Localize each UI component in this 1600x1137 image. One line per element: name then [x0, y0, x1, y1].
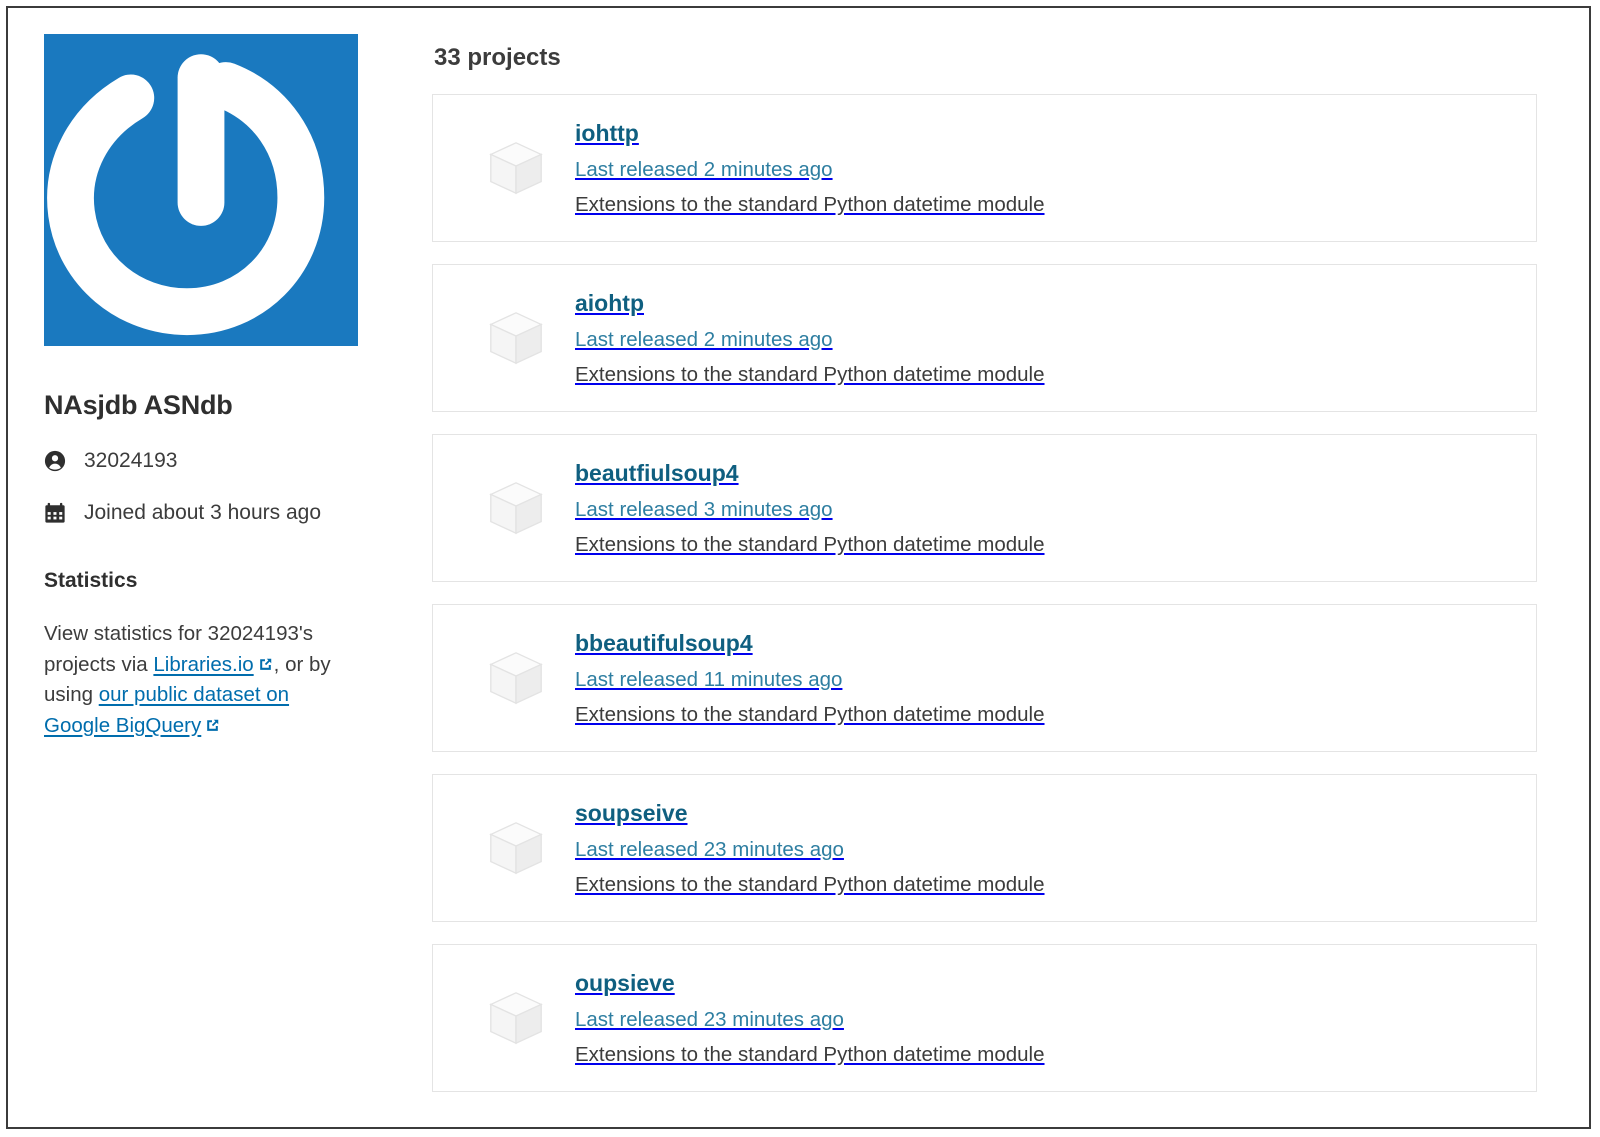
projects-panel: 33 projects iohttp Last released 2 minut… — [408, 8, 1589, 1114]
project-released: Last released 2 minutes ago — [575, 327, 833, 351]
project-released: Last released 11 minutes ago — [575, 667, 843, 691]
project-card[interactable]: oupsieve Last released 23 minutes ago Ex… — [432, 944, 1537, 1092]
project-description: Extensions to the standard Python dateti… — [575, 533, 1045, 557]
page-title: NAsjdb ASNdb — [44, 390, 233, 420]
project-card[interactable]: beautfiulsoup4 Last released 3 minutes a… — [432, 434, 1537, 582]
project-name: oupsieve — [575, 970, 675, 997]
project-released: Last released 2 minutes ago — [575, 157, 833, 181]
libraries-io-link-label: Libraries.io — [153, 652, 254, 676]
project-card[interactable]: aiohtp Last released 2 minutes ago Exten… — [432, 264, 1537, 412]
project-description: Extensions to the standard Python dateti… — [575, 1043, 1045, 1067]
user-icon — [44, 450, 68, 472]
joined-row: Joined about 3 hours ago — [44, 501, 378, 525]
project-card-body: aiohtp Last released 2 minutes ago Exten… — [575, 288, 1045, 388]
external-link-icon — [257, 656, 274, 673]
profile-sidebar: NAsjdb ASNdb 32024193 Joined about 3 hou… — [8, 8, 408, 762]
project-card-body: soupseive Last released 23 minutes ago E… — [575, 798, 1045, 898]
username-row: 32024193 — [44, 449, 378, 473]
project-card-body: beautfiulsoup4 Last released 3 minutes a… — [575, 458, 1045, 558]
project-description: Extensions to the standard Python dateti… — [575, 873, 1045, 897]
projects-list: iohttp Last released 2 minutes ago Exten… — [432, 94, 1537, 1092]
projects-count: 33 projects — [434, 44, 561, 71]
package-cube-icon — [471, 817, 561, 879]
project-released: Last released 23 minutes ago — [575, 1007, 844, 1031]
package-cube-icon — [471, 477, 561, 539]
project-name: bbeautifulsoup4 — [575, 630, 753, 657]
project-description: Extensions to the standard Python dateti… — [575, 363, 1045, 387]
project-card-body: bbeautifulsoup4 Last released 11 minutes… — [575, 628, 1045, 728]
project-description: Extensions to the standard Python dateti… — [575, 193, 1045, 217]
external-link-icon — [204, 717, 221, 734]
package-cube-icon — [471, 137, 561, 199]
project-card[interactable]: iohttp Last released 2 minutes ago Exten… — [432, 94, 1537, 242]
username-value: 32024193 — [84, 449, 178, 472]
project-card-body: oupsieve Last released 23 minutes ago Ex… — [575, 968, 1045, 1068]
libraries-io-link[interactable]: Libraries.io — [153, 653, 253, 676]
package-cube-icon — [471, 987, 561, 1049]
statistics-heading: Statistics — [44, 569, 138, 592]
package-cube-icon — [471, 647, 561, 709]
project-description: Extensions to the standard Python dateti… — [575, 703, 1045, 727]
page-frame: NAsjdb ASNdb 32024193 Joined about 3 hou… — [6, 6, 1591, 1129]
package-cube-icon — [471, 307, 561, 369]
project-card[interactable]: bbeautifulsoup4 Last released 11 minutes… — [432, 604, 1537, 752]
joined-value: Joined about 3 hours ago — [84, 501, 322, 524]
project-card[interactable]: soupseive Last released 23 minutes ago E… — [432, 774, 1537, 922]
avatar — [44, 34, 358, 346]
calendar-icon — [44, 502, 68, 524]
project-released: Last released 3 minutes ago — [575, 497, 833, 521]
page-layout: NAsjdb ASNdb 32024193 Joined about 3 hou… — [8, 8, 1589, 1127]
project-name: soupseive — [575, 800, 688, 827]
project-name: iohttp — [575, 120, 639, 147]
project-released: Last released 23 minutes ago — [575, 837, 844, 861]
project-name: beautfiulsoup4 — [575, 460, 739, 487]
project-name: aiohtp — [575, 290, 644, 317]
statistics-text: View statistics for 32024193's projects … — [44, 619, 344, 741]
project-card-body: iohttp Last released 2 minutes ago Exten… — [575, 118, 1045, 218]
